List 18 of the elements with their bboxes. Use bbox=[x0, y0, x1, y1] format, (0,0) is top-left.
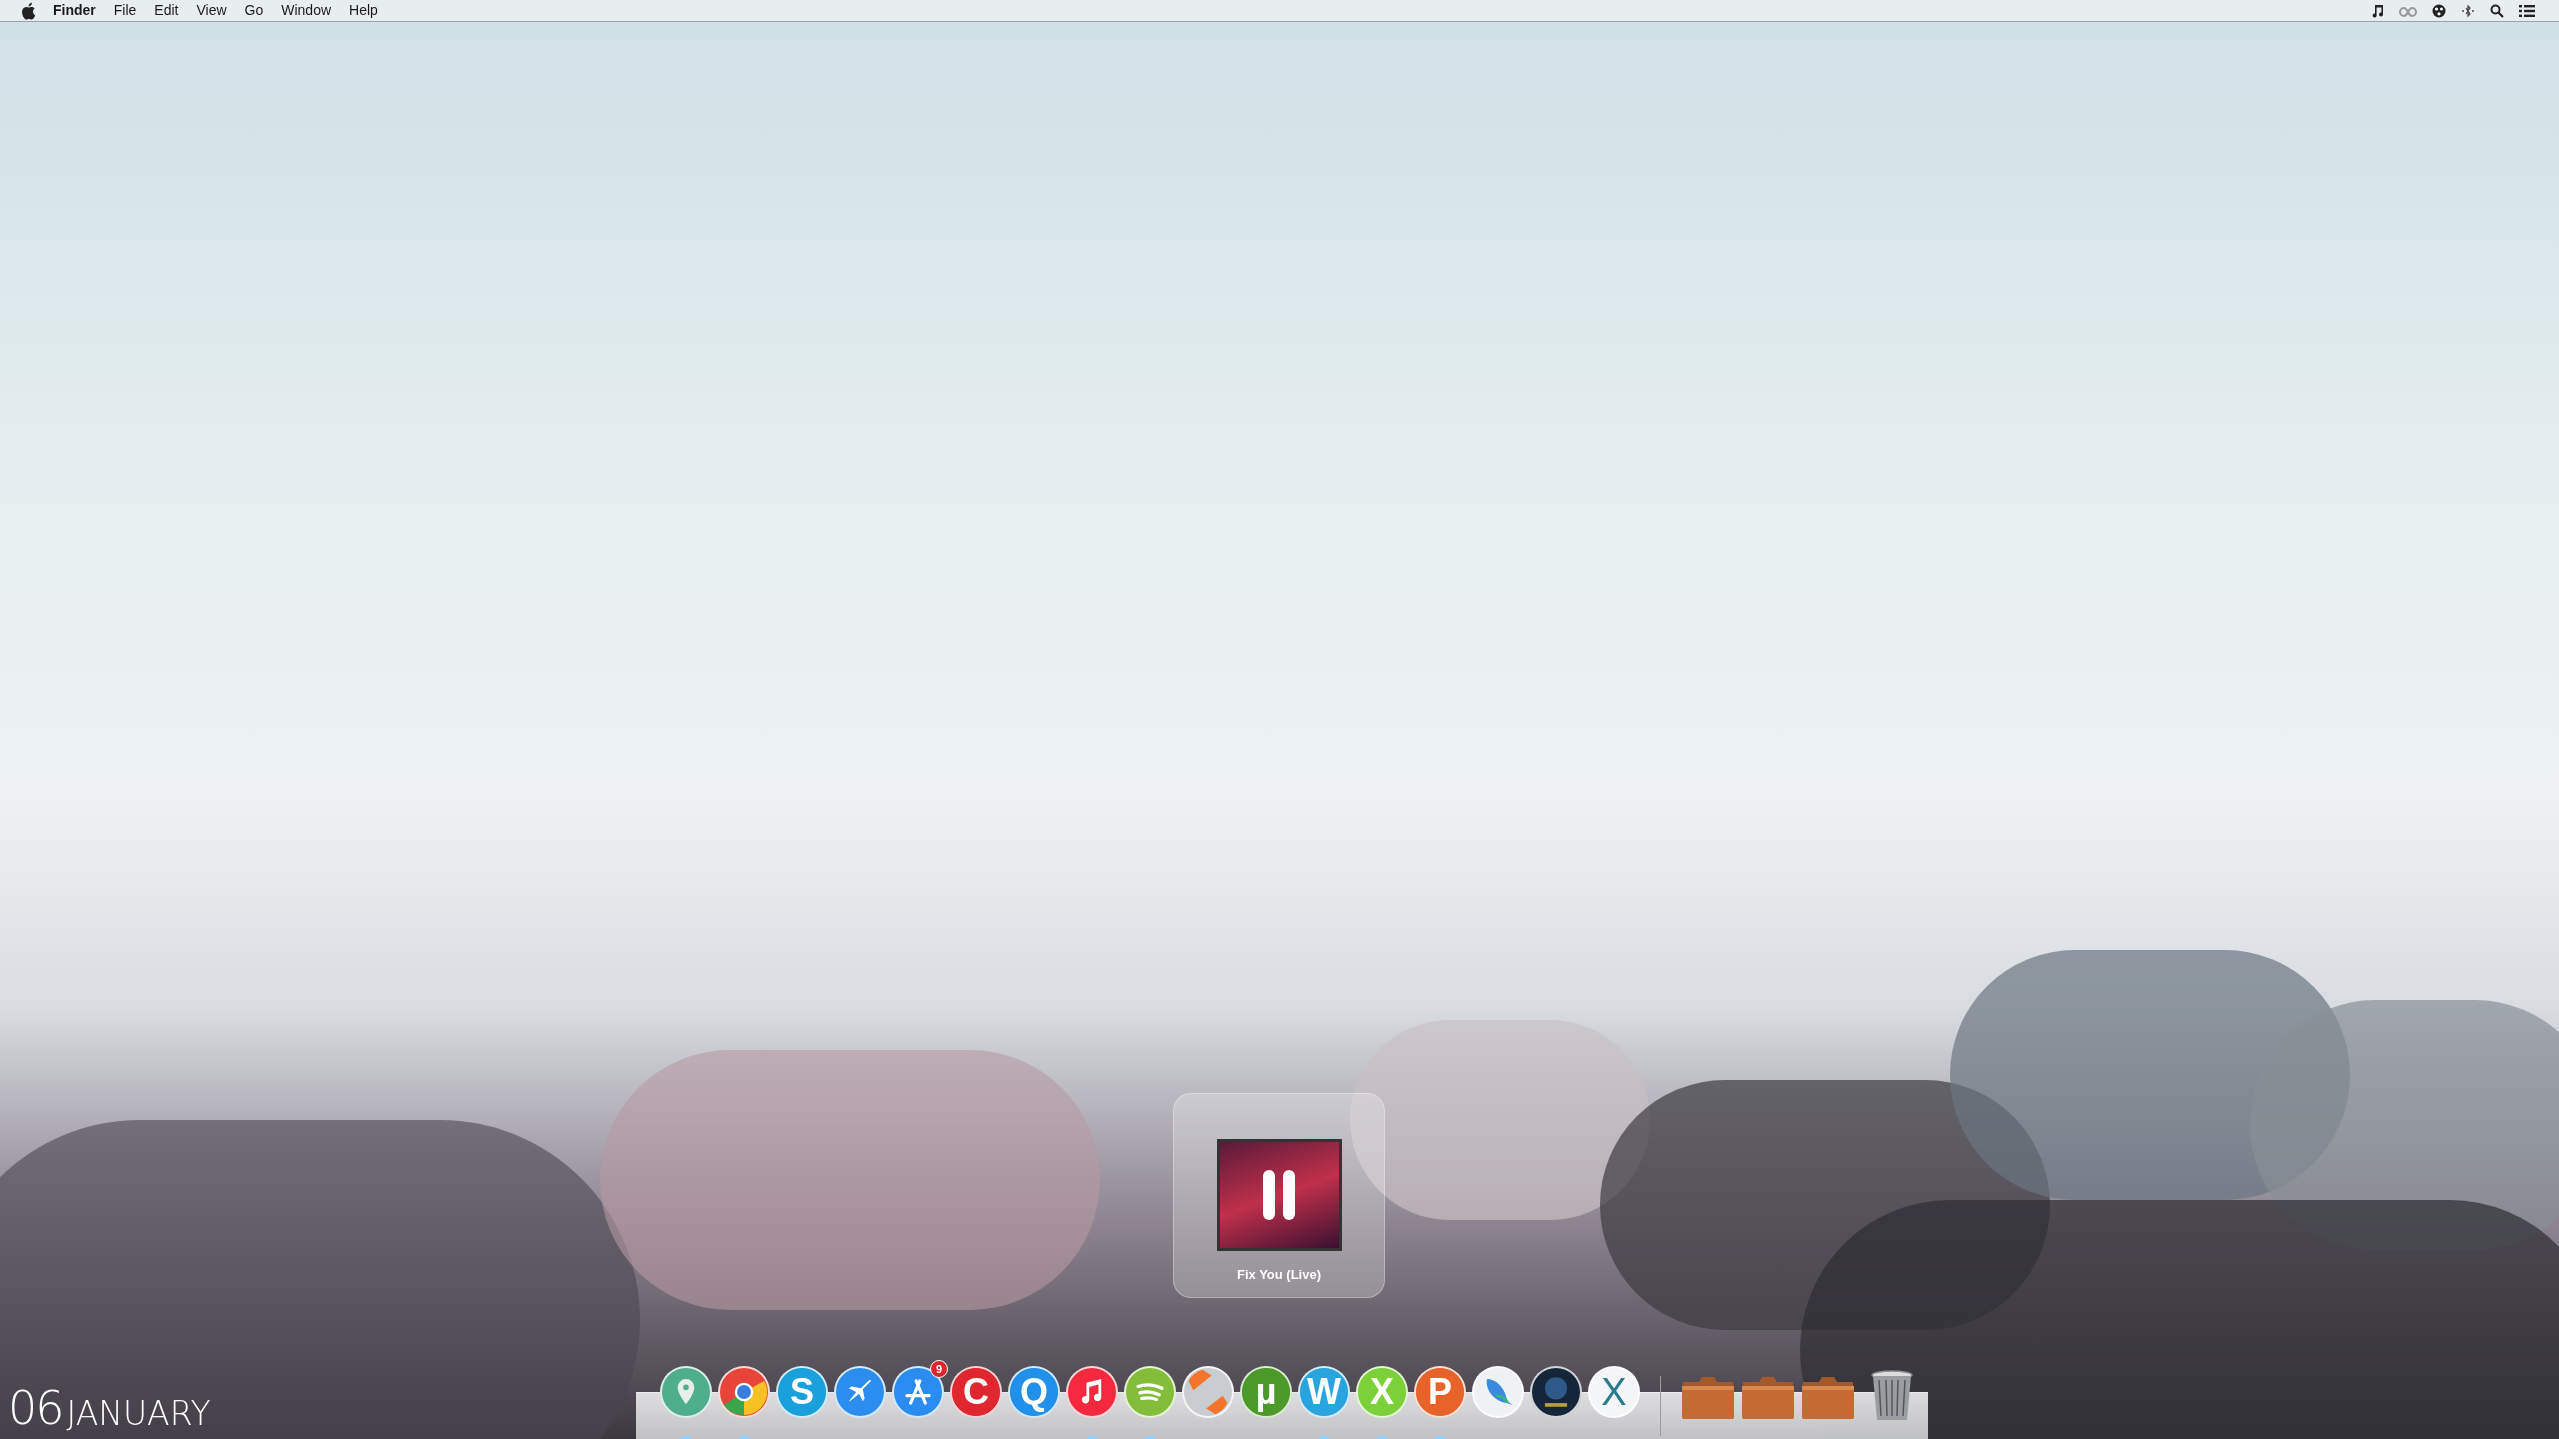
menu-item[interactable]: View bbox=[196, 0, 227, 21]
apple-logo-icon[interactable] bbox=[20, 1, 36, 20]
search-icon[interactable] bbox=[2490, 3, 2504, 18]
menu-item[interactable]: Edit bbox=[154, 0, 179, 21]
ball-icon[interactable] bbox=[2432, 3, 2446, 18]
date-month: JANUARY bbox=[66, 1397, 211, 1430]
date-day: 06 bbox=[8, 1385, 63, 1431]
album-cover-picture[interactable] bbox=[1216, 1139, 1342, 1251]
menu-item[interactable]: Window bbox=[281, 0, 332, 21]
menu-item[interactable]: File bbox=[113, 0, 137, 21]
trash-icon[interactable] bbox=[1871, 1370, 1913, 1422]
music-note-icon[interactable] bbox=[2372, 3, 2384, 18]
app-name-menu[interactable]: Finder bbox=[53, 0, 96, 21]
menu-item[interactable]: Go bbox=[244, 0, 264, 21]
menu-item[interactable]: Help bbox=[349, 0, 378, 21]
list-icon[interactable] bbox=[2519, 3, 2535, 18]
bluetooth-dots-icon[interactable] bbox=[2461, 3, 2475, 18]
song-title: Fix You (Live) bbox=[1237, 1266, 1321, 1284]
